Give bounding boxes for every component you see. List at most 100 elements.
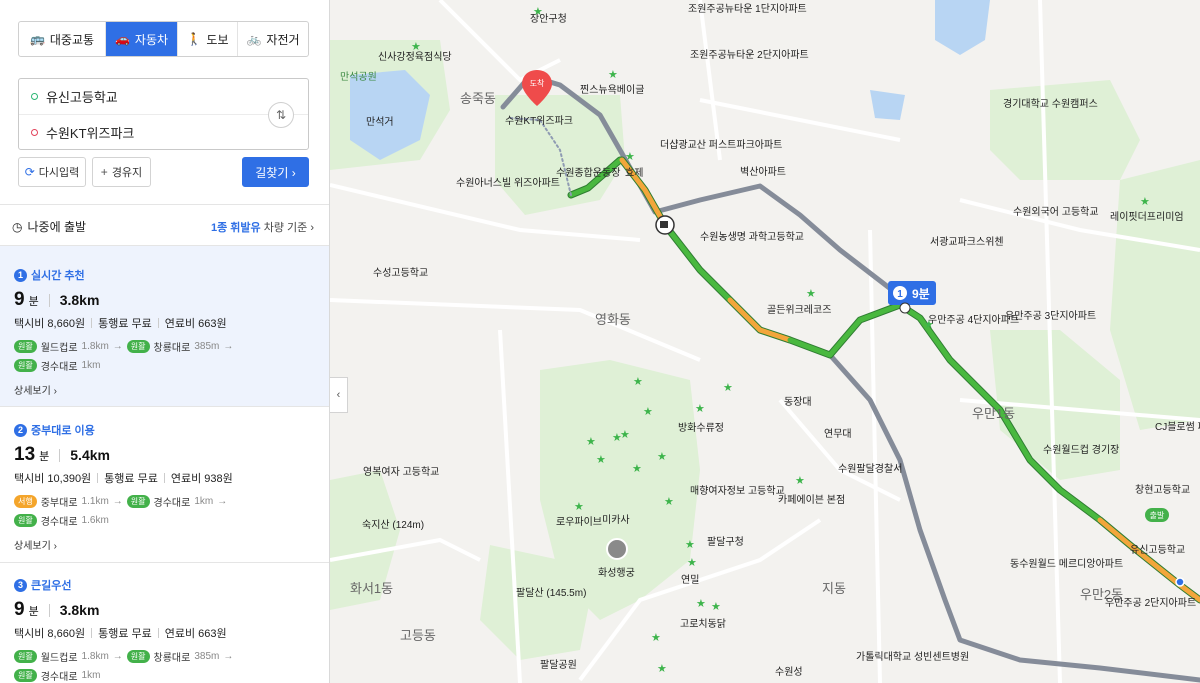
star-icon[interactable]: ★ <box>574 501 584 513</box>
poi-label: 유신고등학교 <box>1130 544 1185 556</box>
star-icon[interactable]: ★ <box>632 463 642 475</box>
clock-icon: ◷ <box>12 219 23 234</box>
plus-icon: + <box>100 165 108 179</box>
traffic-badge: 원활 <box>14 359 37 372</box>
traffic-camera-icon[interactable] <box>655 215 675 235</box>
poi-label: 동장대 <box>784 396 812 408</box>
star-icon[interactable]: ★ <box>608 69 618 81</box>
star-icon[interactable]: ★ <box>625 151 635 163</box>
search-button[interactable]: 길찾기 › <box>242 157 309 187</box>
road-distance: 1.1km <box>81 496 109 507</box>
route-option-1[interactable]: 1 실시간 추천 9 분 3.8km 택시비 8,660원 통행료 무료 연료비… <box>0 246 329 406</box>
destination-label: 도착 <box>530 79 545 88</box>
collapse-panel-button[interactable]: ‹ <box>330 377 348 413</box>
traffic-badge: 원활 <box>126 340 150 353</box>
route-number: 2 <box>14 423 27 437</box>
area-label: 지동 <box>822 581 846 596</box>
waypoint-button[interactable]: + 경유지 <box>92 157 151 187</box>
photo-marker[interactable] <box>606 538 628 560</box>
poi-label: 매향여자정보 고등학교 <box>690 485 785 497</box>
star-icon[interactable]: ★ <box>924 319 934 331</box>
route-option-3[interactable]: 3 큰길우선 9 분 3.8km 택시비 8,660원 통행료 무료 연료비 6… <box>0 563 329 683</box>
road-distance: 385m <box>194 651 220 662</box>
star-icon[interactable]: ★ <box>711 601 721 613</box>
route-title-text: 큰길우선 <box>31 580 72 592</box>
reset-button[interactable]: ⟳ 다시입력 <box>18 157 86 187</box>
star-icon[interactable]: ★ <box>651 632 661 644</box>
star-icon[interactable]: ★ <box>664 496 674 508</box>
fuel-cost: 연료비 663원 <box>164 628 227 640</box>
depart-later-button[interactable]: ◷ 나중에 출발 <box>12 218 86 235</box>
star-icon[interactable]: ★ <box>643 406 653 418</box>
route-detail-link[interactable]: 상세보기 › <box>14 537 316 552</box>
poi-label: 더샵광교산 퍼스트파크아파트 <box>660 139 782 151</box>
destination-dot-icon <box>31 128 38 136</box>
poi-label: 효제 <box>625 167 643 179</box>
arrow-right-icon: → <box>223 341 234 352</box>
map-canvas[interactable]: 송죽동 영화동 우만1동 우만2동 화서1동 고등동 지동 장안구청 조원주공뉴… <box>330 0 1200 683</box>
star-icon[interactable]: ★ <box>657 451 667 463</box>
area-label: 우만1동 <box>972 406 1015 421</box>
fuel-type: 1종 휘발유 <box>211 221 261 234</box>
fuel-cost: 연료비 938원 <box>170 473 233 485</box>
route-summary: 13 분 5.4km <box>14 444 316 466</box>
fuel-suffix: 차량 기준 › <box>263 221 314 234</box>
swap-icon[interactable]: ⇅ <box>268 102 294 128</box>
arrow-right-icon: → <box>217 496 228 507</box>
poi-label: 우만주공 2단지아파트 <box>1105 597 1196 609</box>
road-distance: 1.6km <box>81 515 109 526</box>
route-title-text: 중부대로 이용 <box>31 425 95 437</box>
route-badge-time: 9분 <box>912 287 930 301</box>
star-icon[interactable]: ★ <box>685 539 695 551</box>
arrow-right-icon: → <box>112 651 123 662</box>
star-icon[interactable]: ★ <box>533 6 543 18</box>
poi-label: 동수원월드 메르디앙아파트 <box>1010 558 1123 570</box>
tab-bicycle[interactable]: 🚲 자전거 <box>238 22 308 56</box>
star-icon[interactable]: ★ <box>620 429 630 441</box>
traffic-badge: 원활 <box>14 650 37 663</box>
poi-label: 수원아너스빌 위즈아파트 <box>456 176 560 189</box>
route-option-2[interactable]: 2 중부대로 이용 13 분 5.4km 택시비 10,390원 통행료 무료 … <box>0 407 329 562</box>
traffic-badge: 원활 <box>14 669 37 682</box>
star-icon[interactable]: ★ <box>633 376 643 388</box>
road-segments: 원활 월드컵로 1.8km → 원활 창룡대로 385m → <box>14 649 316 664</box>
star-icon[interactable]: ★ <box>657 663 667 675</box>
road-distance: 385m <box>194 341 220 352</box>
star-icon[interactable]: ★ <box>806 288 816 300</box>
poi-label: 벽산아파트 <box>740 166 786 178</box>
star-icon[interactable]: ★ <box>411 41 421 53</box>
tab-car[interactable]: 🚗 자동차 <box>106 22 178 56</box>
poi-label: 수원월드컵 경기장 <box>1043 443 1119 456</box>
destination-field[interactable]: 수원KT위즈파크 <box>19 114 308 149</box>
poi-label: 고로치동닭 <box>680 618 726 630</box>
star-icon[interactable]: ★ <box>596 454 606 466</box>
origin-field[interactable]: 유신고등학교 <box>19 79 308 114</box>
poi-label: 서광교파크스위첸 <box>930 235 1004 248</box>
poi-label: 연무대 <box>824 428 852 440</box>
star-icon[interactable]: ★ <box>723 382 733 394</box>
star-icon[interactable]: ★ <box>1140 196 1150 208</box>
star-icon[interactable]: ★ <box>795 475 805 487</box>
poi-label: 팔달공원 <box>540 659 577 671</box>
poi-label: 수원팔달경찰서 <box>838 462 902 475</box>
route-input-box: 유신고등학교 수원KT위즈파크 ⇅ <box>18 78 309 150</box>
tab-transit-label: 대중교통 <box>49 32 95 47</box>
poi-label: 가톨릭대학교 성빈센트병원 <box>856 651 969 663</box>
star-icon[interactable]: ★ <box>586 436 596 448</box>
star-icon[interactable]: ★ <box>696 598 706 610</box>
star-icon[interactable]: ★ <box>695 403 705 415</box>
road-distance: 1.8km <box>81 341 109 352</box>
fuel-type-selector[interactable]: 1종 휘발유 차량 기준 › <box>211 219 314 235</box>
poi-label: 로우파이브 <box>556 516 602 528</box>
route-summary: 9 분 3.8km <box>14 599 316 621</box>
star-icon[interactable]: ★ <box>687 557 697 569</box>
tab-walk[interactable]: 🚶 도보 <box>178 22 238 56</box>
route-fees: 택시비 8,660원 통행료 무료 연료비 663원 <box>14 315 316 331</box>
tab-car-label: 자동차 <box>134 32 169 47</box>
route-title: 3 큰길우선 <box>14 577 316 593</box>
toll-fee: 통행료 무료 <box>98 628 152 640</box>
route-detail-link[interactable]: 상세보기 › <box>14 382 316 397</box>
poi-label: 수성고등학교 <box>373 267 428 279</box>
tab-transit[interactable]: 🚌 대중교통 <box>19 22 106 56</box>
map-layer: 송죽동 영화동 우만1동 우만2동 화서1동 고등동 지동 장안구청 조원주공뉴… <box>330 0 1200 683</box>
